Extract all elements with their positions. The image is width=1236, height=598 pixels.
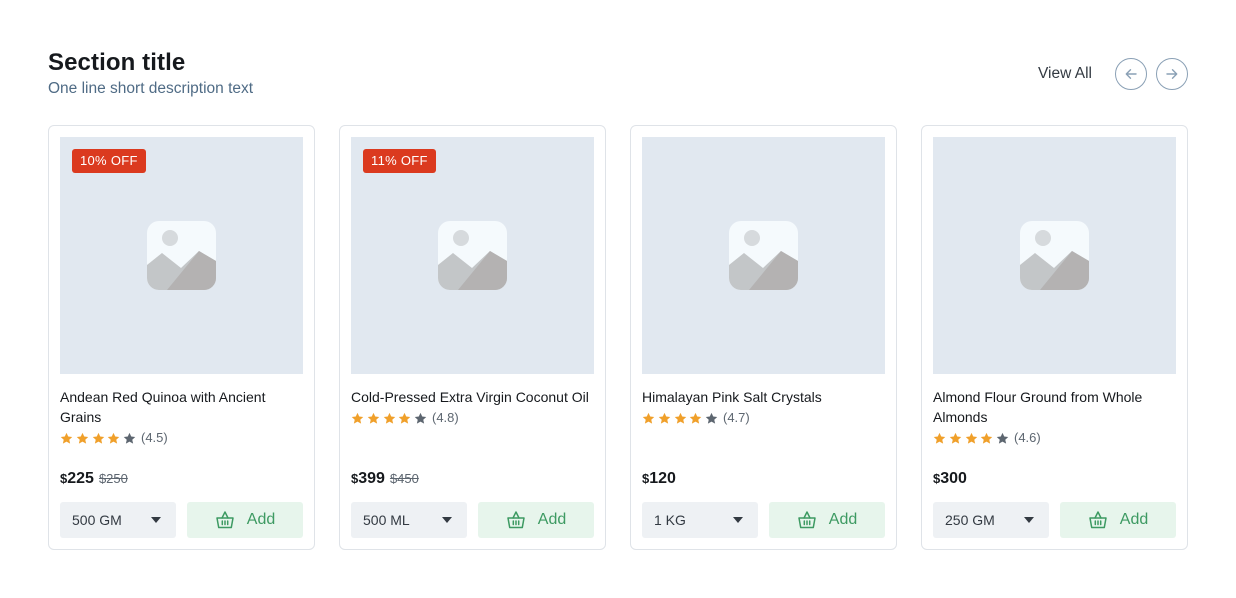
caret-down-icon [733, 517, 743, 523]
variant-select[interactable]: 250 GM [933, 502, 1049, 538]
basket-icon [507, 511, 525, 529]
product-image[interactable]: 10% OFF [60, 137, 303, 374]
price-row: $225 $250 [60, 470, 128, 488]
star-filled-icon [933, 432, 946, 444]
image-placeholder-icon [1020, 221, 1089, 290]
price-value: 300 [940, 470, 967, 487]
add-label: Add [246, 511, 276, 528]
price-row: $120 [642, 470, 676, 488]
star-filled-icon [92, 432, 104, 444]
section-description: One line short description text [48, 80, 254, 97]
star-filled-icon [965, 432, 977, 444]
product-card[interactable]: Himalayan Pink Salt Crystals (4.7) $120 … [630, 125, 897, 550]
product-name-block: Almond Flour Ground from Whole Almonds (… [933, 387, 1179, 447]
product-carousel: 10% OFF Andean Red Quinoa with Ancient G… [48, 125, 1188, 550]
arrow-right-icon [1166, 69, 1178, 79]
price-row: $300 [933, 470, 967, 488]
star-filled-icon [674, 412, 686, 424]
image-placeholder-icon [147, 221, 216, 290]
rating-value: (4.5) [140, 430, 168, 445]
rating: (4.8) [351, 409, 597, 427]
variant-label: 500 ML [363, 512, 410, 528]
star-filled-icon [351, 412, 364, 424]
caret-down-icon [1024, 517, 1034, 523]
next-button[interactable] [1156, 58, 1188, 90]
price-value: 120 [649, 470, 676, 487]
prev-button[interactable] [1115, 58, 1147, 90]
product-image[interactable] [933, 137, 1176, 374]
rating: (4.7) [642, 409, 888, 427]
variant-label: 1 KG [654, 512, 686, 528]
header-actions: View All [1038, 58, 1188, 90]
price: $300 [933, 470, 967, 488]
view-all-link[interactable]: View All [1038, 65, 1092, 83]
basket-icon [1089, 511, 1107, 529]
image-placeholder-icon [438, 221, 507, 290]
product-name[interactable]: Cold-Pressed Extra Virgin Coconut Oil [351, 387, 597, 407]
price-row: $399 $450 [351, 470, 419, 488]
add-button[interactable]: Add [769, 502, 885, 538]
product-image[interactable]: 11% OFF [351, 137, 594, 374]
product-name[interactable]: Andean Red Quinoa with Ancient Grains [60, 387, 306, 427]
product-name[interactable]: Almond Flour Ground from Whole Almonds [933, 387, 1179, 427]
rating: (4.6) [933, 429, 1179, 447]
caret-down-icon [442, 517, 452, 523]
rating: (4.5) [60, 429, 306, 447]
variant-select[interactable]: 1 KG [642, 502, 758, 538]
price-value: 399 [358, 470, 385, 487]
product-name-block: Himalayan Pink Salt Crystals (4.7) [642, 387, 888, 427]
variant-select[interactable]: 500 GM [60, 502, 176, 538]
star-filled-icon [658, 412, 671, 424]
star-filled-icon [399, 412, 411, 424]
star-filled-icon [108, 432, 120, 444]
star-empty-icon [705, 412, 718, 424]
star-filled-icon [981, 432, 993, 444]
star-filled-icon [690, 412, 702, 424]
add-label: Add [537, 511, 567, 528]
add-label: Add [828, 511, 858, 528]
star-empty-icon [996, 432, 1009, 444]
star-filled-icon [367, 412, 380, 424]
star-empty-icon [414, 412, 427, 424]
variant-label: 250 GM [945, 512, 995, 528]
price: $399 [351, 470, 385, 488]
old-price: $250 [98, 471, 128, 486]
variant-label: 500 GM [72, 512, 122, 528]
discount-badge: 11% OFF [363, 149, 436, 173]
star-filled-icon [76, 432, 89, 444]
star-filled-icon [949, 432, 962, 444]
star-empty-icon [123, 432, 136, 444]
rating-value: (4.8) [431, 410, 459, 425]
product-name[interactable]: Himalayan Pink Salt Crystals [642, 387, 888, 407]
add-button[interactable]: Add [478, 502, 594, 538]
price: $225 [60, 470, 94, 488]
caret-down-icon [151, 517, 161, 523]
old-price: $450 [389, 471, 419, 486]
add-label: Add [1119, 511, 1149, 528]
product-name-block: Andean Red Quinoa with Ancient Grains (4… [60, 387, 306, 447]
discount-badge: 10% OFF [72, 149, 146, 173]
image-placeholder-icon [729, 221, 798, 290]
add-button[interactable]: Add [1060, 502, 1176, 538]
basket-icon [798, 511, 816, 529]
price-value: 225 [67, 470, 94, 487]
star-filled-icon [383, 412, 395, 424]
product-image[interactable] [642, 137, 885, 374]
star-filled-icon [642, 412, 655, 424]
section-title: Section title [48, 49, 186, 76]
rating-value: (4.7) [722, 410, 750, 425]
product-card[interactable]: 11% OFF Cold-Pressed Extra Virgin Coconu… [339, 125, 606, 550]
star-filled-icon [60, 432, 73, 444]
variant-select[interactable]: 500 ML [351, 502, 467, 538]
rating-value: (4.6) [1013, 430, 1041, 445]
add-button[interactable]: Add [187, 502, 303, 538]
price: $120 [642, 470, 676, 488]
product-card[interactable]: Almond Flour Ground from Whole Almonds (… [921, 125, 1188, 550]
product-card[interactable]: 10% OFF Andean Red Quinoa with Ancient G… [48, 125, 315, 550]
section-header: Section title One line short description… [48, 48, 1188, 100]
product-name-block: Cold-Pressed Extra Virgin Coconut Oil (4… [351, 387, 597, 427]
basket-icon [216, 511, 234, 529]
arrow-left-icon [1125, 69, 1137, 79]
